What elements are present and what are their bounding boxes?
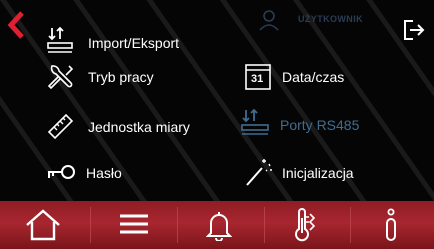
back-button[interactable] [6,10,28,40]
chevron-left-icon [7,11,24,39]
menu-button[interactable] [91,201,177,249]
menu-label-password: Hasło [86,165,122,181]
menu-item-initialization[interactable]: Inicjalizacja [244,156,394,186]
key-icon [48,165,75,179]
menu-item-work-mode[interactable]: Tryb pracy [46,62,196,92]
menu-label-initialization: Inicjalizacja [282,165,354,181]
home-icon [26,209,60,241]
user-icon [259,10,279,31]
logout-button[interactable] [402,18,426,42]
hamburger-icon [120,214,148,234]
home-button[interactable] [0,201,86,249]
calendar-day: 31 [251,73,264,85]
thermometer-icon [295,208,316,242]
ports-icon [241,108,269,135]
info-button[interactable] [348,201,434,249]
logout-icon [404,20,425,40]
bottom-nav-bar [0,201,434,249]
menu-label-work-mode: Tryb pracy [88,69,154,85]
magic-wand-icon [246,159,272,186]
menu-item-units[interactable]: Jednostka miary [46,110,226,140]
user-label: UŻYTKOWNIK [298,14,363,24]
import-export-icon [47,26,73,53]
settings-screen: UŻYTKOWNIK Import/Eksport Tryb pracy 31 … [0,0,434,249]
user-indicator[interactable]: UŻYTKOWNIK [258,8,382,36]
menu-item-import-export[interactable]: Import/Eksport [46,26,236,56]
menu-label-units: Jednostka miary [88,119,190,135]
wrench-screwdriver-icon [47,65,74,90]
alarm-button[interactable] [176,201,262,249]
temperature-button[interactable] [262,201,348,249]
info-icon [386,208,396,241]
menu-item-ports-rs485[interactable]: Porty RS485 [240,108,390,138]
bell-icon [206,212,232,241]
menu-label-date-time: Data/czas [282,69,345,85]
menu-item-date-time[interactable]: 31 Data/czas [244,62,394,92]
menu-label-ports-rs485: Porty RS485 [280,117,360,133]
menu-item-password[interactable]: Hasło [46,158,166,188]
ruler-icon [47,113,74,140]
menu-label-import-export: Import/Eksport [88,35,180,51]
